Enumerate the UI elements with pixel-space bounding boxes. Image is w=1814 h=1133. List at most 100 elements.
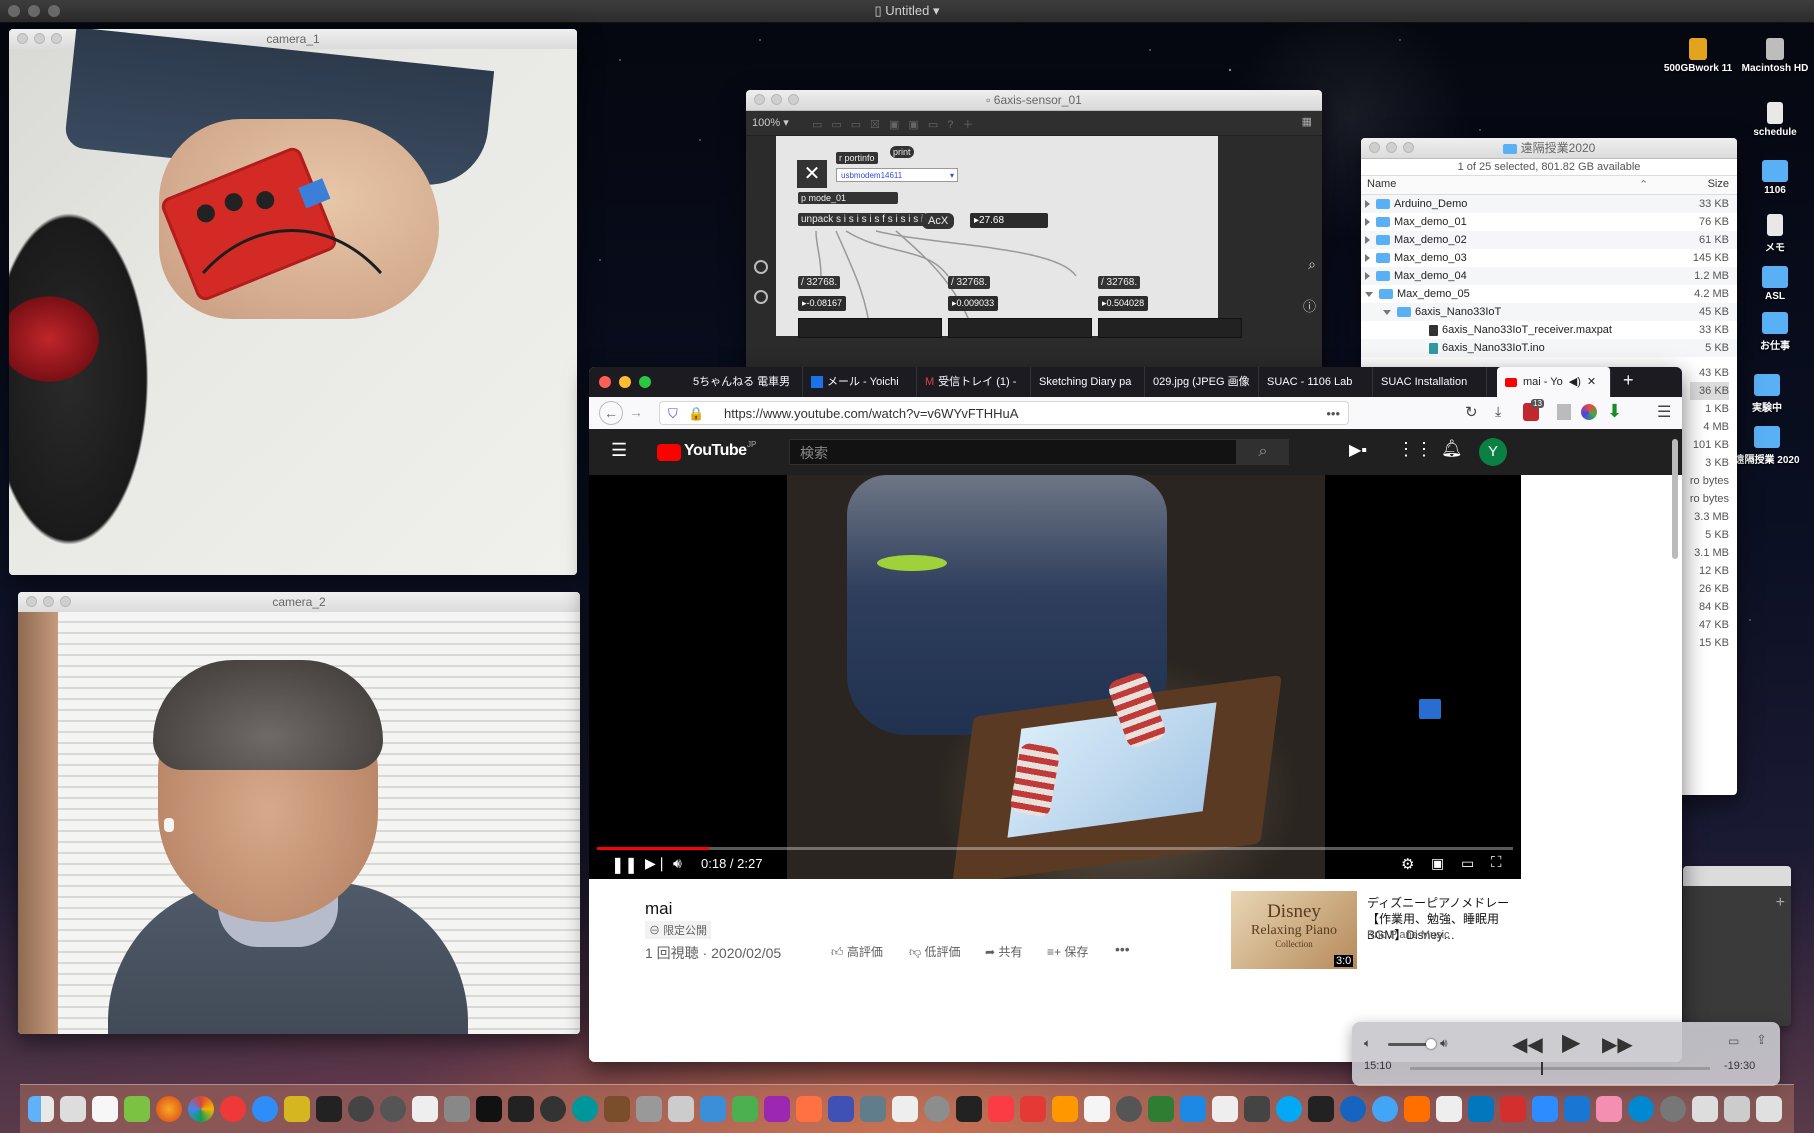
search-button[interactable]: ⌕ bbox=[1237, 439, 1289, 465]
disclosure-triangle-icon[interactable] bbox=[1365, 254, 1370, 263]
desktop-icon-schedule[interactable]: schedule bbox=[1740, 102, 1810, 138]
playback-progress[interactable] bbox=[1410, 1062, 1710, 1075]
number-box-2[interactable]: ▸0.009033 bbox=[948, 296, 999, 311]
suggested-video-channel[interactable]: Kno Piano Music bbox=[1367, 929, 1450, 941]
app-icon[interactable] bbox=[1212, 1096, 1238, 1122]
notes-app-icon[interactable] bbox=[92, 1096, 118, 1122]
tab-suac-installation[interactable]: SUAC Installation bbox=[1373, 367, 1487, 397]
list-item[interactable]: Max_demo_02 61 KB bbox=[1361, 231, 1737, 249]
info-icon[interactable]: ⓘ bbox=[1303, 296, 1316, 315]
desktop-icon-drive[interactable]: 500GBwork 11 bbox=[1663, 38, 1733, 74]
pd-app-icon[interactable] bbox=[412, 1096, 438, 1122]
close-button[interactable] bbox=[17, 33, 28, 44]
disclosure-triangle-icon[interactable] bbox=[1365, 272, 1370, 281]
disclosure-triangle-open-icon[interactable] bbox=[1365, 291, 1373, 297]
settings-circle-icon[interactable] bbox=[754, 290, 768, 304]
window-titlebar[interactable]: ▫ 6axis-sensor_01 bbox=[746, 90, 1322, 111]
add-icon[interactable]: + bbox=[1776, 894, 1785, 912]
list-item[interactable]: Arduino_Demo 33 KB bbox=[1361, 195, 1737, 213]
download-icon[interactable]: ⤓ bbox=[1495, 403, 1501, 420]
terminal-app-icon[interactable] bbox=[316, 1096, 342, 1122]
app-icon[interactable] bbox=[1596, 1096, 1622, 1122]
package-app-icon[interactable] bbox=[444, 1096, 470, 1122]
fast-forward-icon[interactable]: ▶▶ bbox=[1602, 1032, 1633, 1057]
back-button[interactable]: ← bbox=[599, 401, 623, 425]
wifi-app-icon[interactable] bbox=[1628, 1096, 1654, 1122]
media-mini-player[interactable]: 🔈︎ 🔊︎ ◀◀ ▶ ▶▶ ▭ ⇪ 15:10 -19:30 bbox=[1352, 1022, 1780, 1086]
dislike-button[interactable]: 👎︎ 低評価 bbox=[909, 943, 961, 960]
fullscreen-icon[interactable]: ⛶ bbox=[1491, 854, 1502, 871]
list-item[interactable]: 6axis_Nano33IoT.ino 5 KB bbox=[1361, 339, 1737, 357]
app-icon[interactable] bbox=[1244, 1096, 1270, 1122]
search-input[interactable]: 検索 bbox=[789, 439, 1237, 465]
airplay-icon[interactable]: ▭ bbox=[1728, 1034, 1739, 1048]
safari-app-icon[interactable] bbox=[252, 1096, 278, 1122]
close-button[interactable] bbox=[26, 596, 37, 607]
app-icon[interactable] bbox=[1340, 1096, 1366, 1122]
firefox-window[interactable]: 5ちゃんねる 電車男 メール - Yoichi M 受信トレイ (1) - Ske… bbox=[589, 367, 1682, 1062]
more-actions-icon[interactable]: ••• bbox=[1115, 941, 1130, 957]
suggested-video-thumbnail[interactable]: Disney Relaxing Piano Collection 3:0 bbox=[1231, 891, 1357, 969]
rewind-icon[interactable]: ◀◀ bbox=[1512, 1032, 1543, 1057]
list-item[interactable]: Max_demo_04 1.2 MB bbox=[1361, 267, 1737, 285]
play-icon[interactable]: ▶ bbox=[1562, 1028, 1580, 1057]
url-field[interactable]: ⛉ 🔒 https://www.youtube.com/watch?v=v6WY… bbox=[659, 401, 1349, 425]
video-player[interactable]: ❚❚ ▶❘ 🔊︎ 0:18 / 2:27 ⚙ ▣ ▭ ⛶ bbox=[589, 475, 1521, 879]
save-button[interactable]: ≡+ 保存 bbox=[1047, 943, 1088, 960]
flash-app-icon[interactable] bbox=[1020, 1096, 1046, 1122]
divide-object-1[interactable]: / 32768. bbox=[798, 276, 841, 289]
app-icon[interactable] bbox=[1468, 1096, 1494, 1122]
desktop-icon-work[interactable]: お仕事 bbox=[1740, 312, 1810, 352]
system-preferences-icon[interactable] bbox=[1660, 1096, 1686, 1122]
reader-icon[interactable] bbox=[1557, 404, 1571, 420]
close-button[interactable] bbox=[754, 94, 765, 105]
number-box-3[interactable]: ▸0.504028 bbox=[1098, 296, 1149, 311]
close-button[interactable] bbox=[599, 376, 611, 388]
notifications-bell-icon[interactable]: 🔔︎ bbox=[1441, 439, 1463, 459]
minimize-button[interactable] bbox=[1386, 142, 1397, 153]
gmail-app-icon[interactable] bbox=[1500, 1096, 1526, 1122]
max-app-icon[interactable] bbox=[348, 1096, 374, 1122]
list-item[interactable]: 6axis_Nano33IoT 45 KB bbox=[1361, 303, 1737, 321]
app-icon[interactable] bbox=[668, 1096, 694, 1122]
app-icon[interactable] bbox=[1692, 1096, 1718, 1122]
app-icon[interactable] bbox=[1436, 1096, 1462, 1122]
volume-knob[interactable] bbox=[1426, 1039, 1436, 1049]
finder-app-icon[interactable] bbox=[28, 1096, 54, 1122]
bbedit-app-icon[interactable] bbox=[284, 1096, 310, 1122]
minimize-button[interactable] bbox=[619, 376, 631, 388]
list-item[interactable]: Max_demo_01 76 KB bbox=[1361, 213, 1737, 231]
app-icon[interactable] bbox=[1148, 1096, 1174, 1122]
max-patcher-window[interactable]: ▫ 6axis-sensor_01 100% ▾ ▭▭▭☒▣▣▭?＋ ▦ ⌕ ⓘ… bbox=[746, 90, 1322, 376]
page-actions-icon[interactable]: ••• bbox=[1326, 402, 1340, 426]
zoom-menu[interactable]: 100% ▾ bbox=[752, 116, 789, 129]
green-download-icon[interactable]: ⬇ bbox=[1607, 401, 1622, 422]
tab-sketching-diary[interactable]: Sketching Diary pa bbox=[1031, 367, 1145, 397]
app-icon[interactable] bbox=[1724, 1096, 1750, 1122]
hamburger-menu-icon[interactable]: ☰ bbox=[1657, 402, 1671, 422]
app-icon[interactable] bbox=[732, 1096, 758, 1122]
guide-menu-icon[interactable]: ☰ bbox=[611, 440, 627, 461]
size-column-header[interactable]: Size bbox=[1708, 178, 1729, 190]
activity-monitor-icon[interactable] bbox=[1564, 1096, 1590, 1122]
app-icon[interactable] bbox=[924, 1096, 950, 1122]
app-icon[interactable] bbox=[796, 1096, 822, 1122]
app-icon[interactable] bbox=[1180, 1096, 1206, 1122]
forward-button[interactable]: → bbox=[629, 404, 643, 420]
volume-icon[interactable]: 🔊︎ bbox=[673, 855, 682, 872]
pause-icon[interactable]: ❚❚ bbox=[611, 855, 638, 875]
app-icon[interactable] bbox=[1084, 1096, 1110, 1122]
app-icon[interactable] bbox=[892, 1096, 918, 1122]
disclosure-triangle-icon[interactable] bbox=[1365, 218, 1370, 227]
close-tab-icon[interactable]: ✕ bbox=[1587, 376, 1596, 388]
zoom-button[interactable] bbox=[51, 33, 62, 44]
desktop-icon-remote-class[interactable]: 遠隔授業 2020 bbox=[1732, 426, 1802, 466]
max8-app-icon[interactable] bbox=[380, 1096, 406, 1122]
tab-suac-lab[interactable]: SUAC - 1106 Lab bbox=[1259, 367, 1373, 397]
progress-bar[interactable] bbox=[597, 847, 1513, 850]
app-icon[interactable] bbox=[828, 1096, 854, 1122]
toolbar-icons[interactable]: ▭▭▭☒▣▣▭?＋ bbox=[812, 116, 982, 132]
list-item[interactable]: Max_demo_05 4.2 MB bbox=[1361, 285, 1737, 303]
document-title[interactable]: ▯ Untitled ▾ bbox=[0, 3, 1814, 19]
share-icon[interactable]: ⇪ bbox=[1756, 1032, 1767, 1048]
